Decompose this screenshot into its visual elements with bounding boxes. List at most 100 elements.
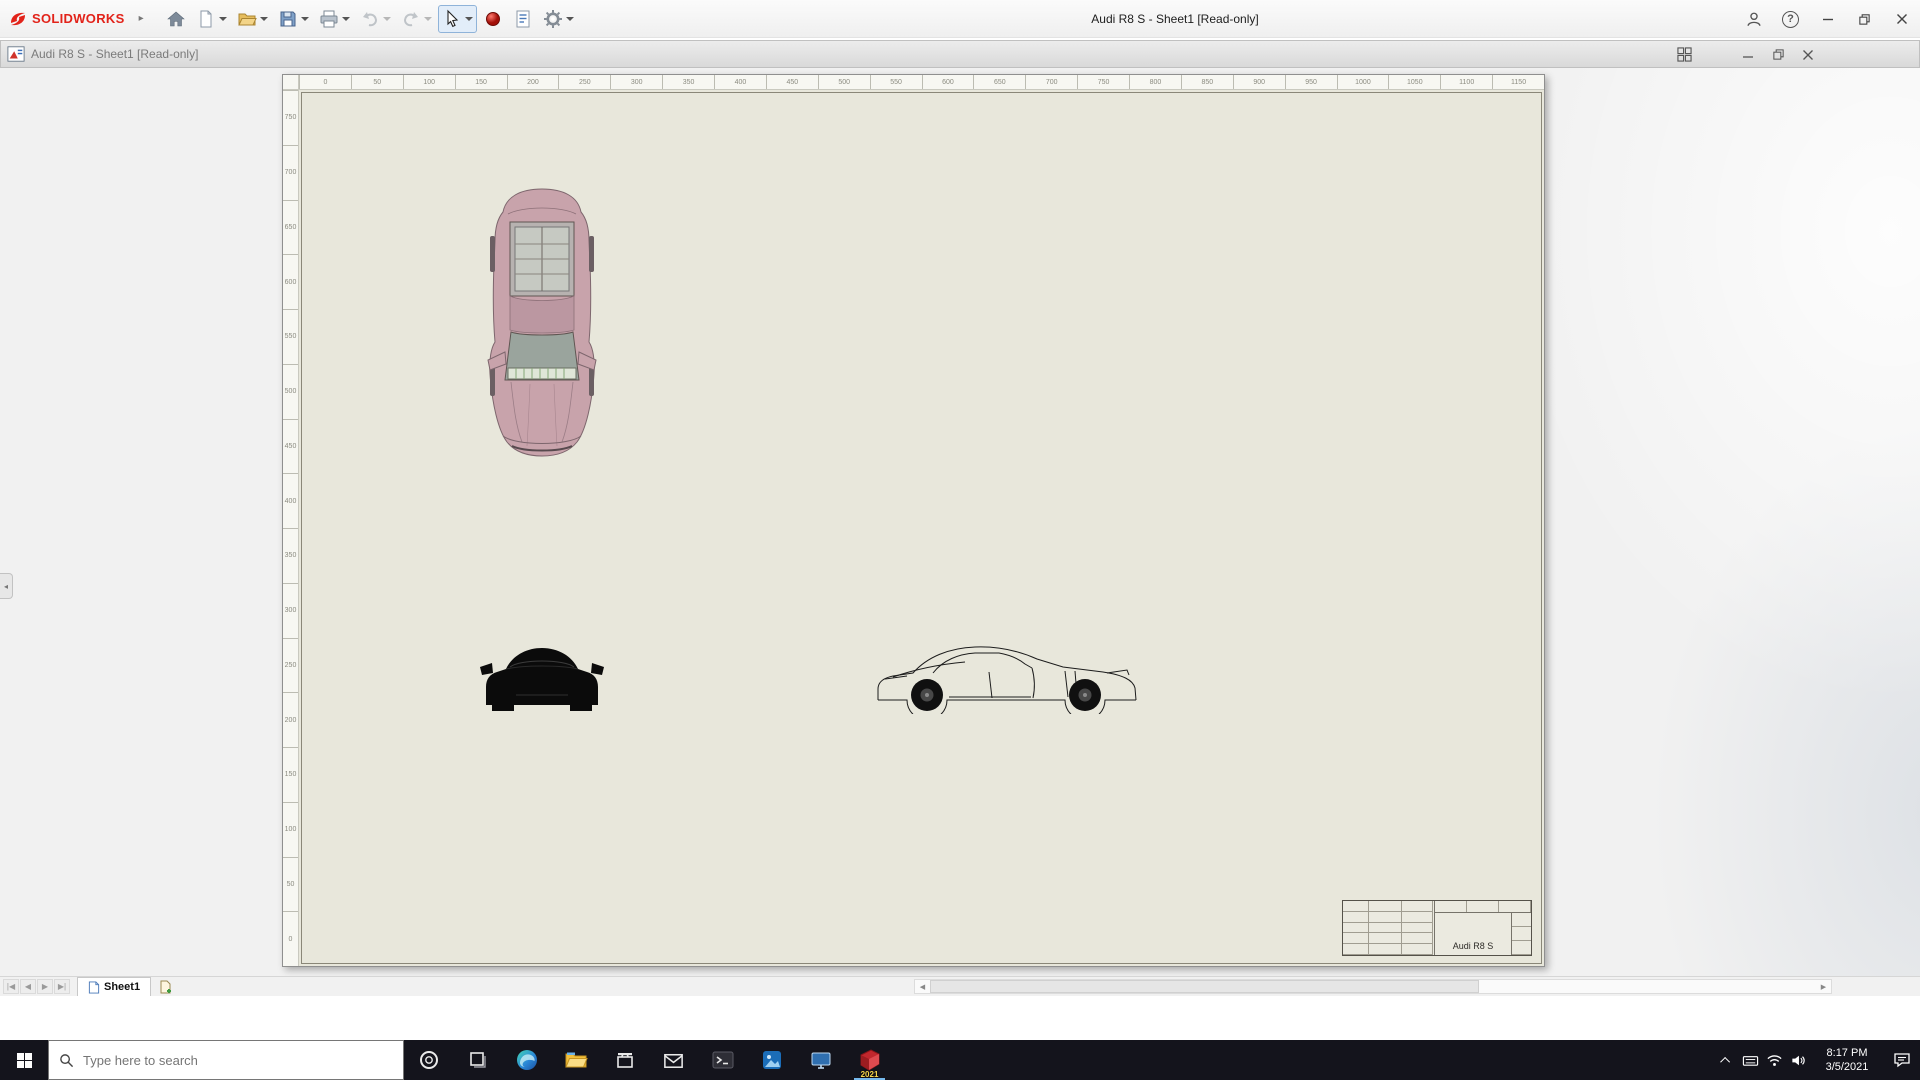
ruler-label: 600 <box>283 254 298 309</box>
touch-keyboard-button[interactable] <box>1738 1040 1762 1080</box>
edge-button[interactable] <box>502 1040 551 1080</box>
task-view-button[interactable] <box>453 1040 502 1080</box>
document-titlebar[interactable]: Audi R8 S - Sheet1 [Read-only] <box>0 40 1920 68</box>
print-button[interactable] <box>315 5 354 33</box>
close-button[interactable] <box>1883 0 1920 38</box>
ruler-left: 7507006506005505004504003503002502001501… <box>283 90 299 966</box>
redo-icon <box>401 9 421 29</box>
restore-button[interactable] <box>1846 0 1883 38</box>
ruler-label: 200 <box>283 692 298 747</box>
doc-close-button[interactable] <box>1793 44 1823 66</box>
taskbar-search[interactable] <box>48 1040 404 1080</box>
store-button[interactable] <box>600 1040 649 1080</box>
next-sheet-button[interactable]: ▶ <box>37 979 53 994</box>
chevron-down-icon[interactable] <box>383 17 391 21</box>
user-account-button[interactable] <box>1735 0 1772 38</box>
new-document-button[interactable] <box>192 5 231 33</box>
home-icon <box>166 9 186 29</box>
quick-access-toolbar <box>162 5 578 33</box>
doc-minimize-button[interactable] <box>1733 44 1763 66</box>
scrollbar-track[interactable] <box>930 980 1816 993</box>
sheet-tab-navigation: |◀ ◀ ▶ ▶| <box>0 979 73 994</box>
car-front-view[interactable] <box>480 633 604 714</box>
menu-expand-icon[interactable]: ▸ <box>139 13 144 24</box>
chevron-up-icon <box>1720 1056 1730 1066</box>
ruler-label: 150 <box>283 747 298 802</box>
touch-keyboard-icon <box>1742 1052 1759 1069</box>
edge-icon <box>515 1048 539 1072</box>
file-explorer-button[interactable] <box>551 1040 600 1080</box>
cortana-icon <box>418 1049 440 1071</box>
mail-button[interactable] <box>649 1040 698 1080</box>
ruler-label: 950 <box>1285 75 1337 89</box>
chevron-down-icon[interactable] <box>219 17 227 21</box>
panel-expander[interactable]: ◂ <box>0 573 13 599</box>
ruler-label: 900 <box>1233 75 1285 89</box>
title-block-part-name: Audi R8 S <box>1435 913 1511 955</box>
clock-date: 3/5/2021 <box>1826 1060 1869 1074</box>
solidworks-logo-icon <box>8 9 28 29</box>
photos-button[interactable] <box>747 1040 796 1080</box>
file-explorer-icon <box>564 1048 588 1072</box>
chevron-down-icon[interactable] <box>342 17 350 21</box>
last-sheet-button[interactable]: ▶| <box>54 979 70 994</box>
file-properties-button[interactable] <box>509 5 537 33</box>
redo-button[interactable] <box>397 5 436 33</box>
print-icon <box>319 9 339 29</box>
horizontal-scrollbar[interactable]: ◀ ▶ <box>914 979 1832 994</box>
car-top-view[interactable] <box>478 184 606 459</box>
chevron-down-icon[interactable] <box>465 17 473 21</box>
viewport-layout-button[interactable] <box>1669 44 1699 66</box>
scrollbar-thumb[interactable] <box>930 980 1479 993</box>
tray-expand-button[interactable] <box>1714 1040 1738 1080</box>
scroll-left-button[interactable]: ◀ <box>915 980 930 993</box>
open-button[interactable] <box>233 5 272 33</box>
new-document-icon <box>196 9 216 29</box>
ruler-label: 50 <box>283 857 298 912</box>
sheet-tab[interactable]: Sheet1 <box>77 977 151 996</box>
restore-icon <box>1858 13 1871 26</box>
rebuild-button[interactable] <box>479 5 507 33</box>
previous-sheet-button[interactable]: ◀ <box>20 979 36 994</box>
title-block: Audi R8 S <box>1342 900 1532 956</box>
monitor-app-button[interactable] <box>796 1040 845 1080</box>
open-folder-icon <box>237 9 257 29</box>
sheet-paper[interactable]: Audi R8 S <box>299 90 1544 966</box>
save-button[interactable] <box>274 5 313 33</box>
start-button[interactable] <box>0 1040 48 1080</box>
cortana-button[interactable] <box>404 1040 453 1080</box>
minimize-button[interactable] <box>1809 0 1846 38</box>
doc-restore-button[interactable] <box>1763 44 1793 66</box>
home-button[interactable] <box>162 5 190 33</box>
search-input[interactable] <box>83 1053 393 1068</box>
help-button[interactable]: ? <box>1772 0 1809 38</box>
chevron-down-icon[interactable] <box>566 17 574 21</box>
solidworks-logo: SOLIDWORKS ▸ <box>0 9 152 29</box>
drawing-document-icon <box>7 45 25 63</box>
options-button[interactable] <box>539 5 578 33</box>
gear-icon <box>543 9 563 29</box>
window-title: Audi R8 S - Sheet1 [Read-only] <box>1030 0 1320 38</box>
action-center-button[interactable] <box>1884 1040 1920 1080</box>
chevron-down-icon[interactable] <box>260 17 268 21</box>
terminal-icon <box>711 1048 735 1072</box>
chevron-down-icon[interactable] <box>424 17 432 21</box>
taskbar-clock[interactable]: 8:17 PM 3/5/2021 <box>1810 1040 1884 1080</box>
rebuild-traffic-light-icon <box>483 9 503 29</box>
chevron-down-icon[interactable] <box>301 17 309 21</box>
scroll-right-button[interactable]: ▶ <box>1816 980 1831 993</box>
volume-button[interactable] <box>1786 1040 1810 1080</box>
select-button[interactable] <box>438 5 477 33</box>
caption-buttons: ? <box>1735 0 1920 38</box>
close-icon <box>1802 49 1814 61</box>
drawing-sheet[interactable]: 0501001502002503003504004505005506006507… <box>282 74 1545 967</box>
terminal-button[interactable] <box>698 1040 747 1080</box>
undo-button[interactable] <box>356 5 395 33</box>
graphics-area[interactable]: ◂ 05010015020025030035040045050055060065… <box>0 68 1920 976</box>
network-button[interactable] <box>1762 1040 1786 1080</box>
first-sheet-button[interactable]: |◀ <box>3 979 19 994</box>
window-bottom-strip <box>0 996 1920 1040</box>
car-side-view[interactable] <box>869 637 1146 714</box>
add-sheet-button[interactable] <box>159 980 173 994</box>
solidworks-taskbar-button[interactable]: 2021 <box>845 1040 894 1080</box>
